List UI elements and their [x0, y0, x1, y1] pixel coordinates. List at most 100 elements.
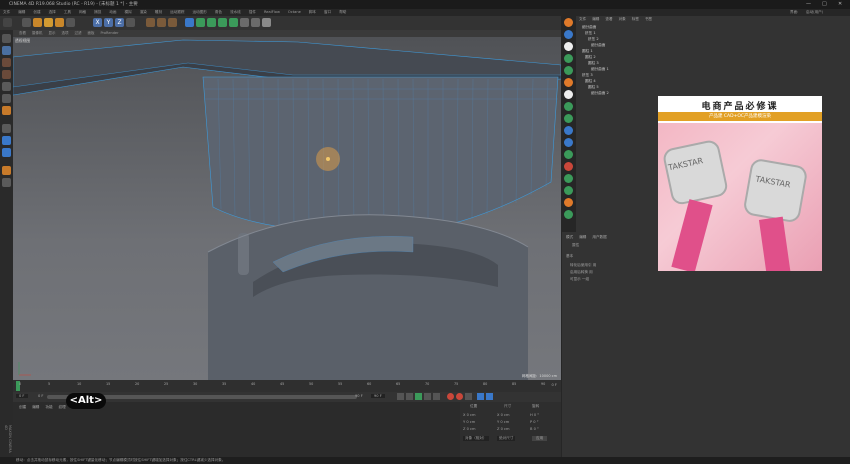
move-icon[interactable]	[33, 18, 42, 27]
object-menu-item[interactable]: 对象	[619, 17, 626, 22]
autokey-icon[interactable]	[456, 393, 463, 400]
menu-item[interactable]: 创建	[33, 9, 40, 16]
undo-icon[interactable]	[3, 18, 12, 27]
viewport-tab[interactable]: 过滤	[75, 30, 82, 37]
render-view-icon[interactable]	[146, 18, 155, 27]
viewport-tab[interactable]: 查看	[19, 30, 26, 37]
menu-item[interactable]: 运动图形	[192, 9, 206, 16]
menu-item[interactable]: 渲染	[140, 9, 147, 16]
tweak-icon[interactable]	[2, 148, 11, 157]
next-frame-icon[interactable]	[424, 393, 431, 400]
object-row[interactable]: 圆柱 2	[585, 55, 596, 60]
transform-icon[interactable]	[66, 18, 75, 27]
deformer-icon[interactable]	[229, 18, 238, 27]
cube-icon[interactable]	[185, 18, 194, 27]
menu-item[interactable]: 脚本	[309, 9, 316, 16]
attribute-tab[interactable]: 模式	[566, 235, 573, 240]
make-editable-icon[interactable]	[2, 34, 11, 43]
texture-mode-icon[interactable]	[2, 58, 11, 67]
select-icon[interactable]	[22, 18, 31, 27]
plugin-14-icon[interactable]	[564, 174, 573, 183]
x-axis-icon[interactable]: X	[93, 18, 102, 27]
light-icon[interactable]	[262, 18, 271, 27]
scale-key-icon[interactable]	[486, 393, 493, 400]
menu-item[interactable]: 角色	[215, 9, 222, 16]
coord-y-pos[interactable]: Y 0 cm	[463, 420, 475, 424]
max-frame[interactable]: 90 F	[371, 394, 385, 398]
menu-item[interactable]: 流水线	[230, 9, 241, 16]
plugin-4-icon[interactable]	[564, 54, 573, 63]
start-frame[interactable]: 0 F	[16, 394, 28, 398]
object-row[interactable]: 挤压 1	[585, 31, 596, 36]
object-row[interactable]: 圆柱 3	[588, 61, 599, 66]
coord-size-select[interactable]: 绝对尺寸	[497, 436, 516, 441]
close-button[interactable]: ✕	[838, 1, 842, 7]
viewport-tab[interactable]: 选项	[62, 30, 69, 37]
menu-item[interactable]: 运动跟踪	[170, 9, 184, 16]
menu-item[interactable]: 工具	[64, 9, 71, 16]
plugin-3-icon[interactable]	[564, 42, 573, 51]
menu-item[interactable]: 雕刻	[155, 9, 162, 16]
go-start-icon[interactable]	[397, 393, 404, 400]
coord-p-rot[interactable]: P 0 °	[530, 420, 539, 424]
go-end-icon[interactable]	[433, 393, 440, 400]
object-row[interactable]: 圆柱 1	[582, 49, 593, 54]
keyframe-icon[interactable]	[465, 393, 472, 400]
object-row[interactable]: 圆柱 5	[588, 85, 599, 90]
coord-y-size[interactable]: Y 0 cm	[497, 420, 509, 424]
menu-item[interactable]: 网格	[79, 9, 86, 16]
material-tab[interactable]: 功能	[45, 405, 52, 410]
material-tab[interactable]: 创建	[19, 405, 26, 410]
play-icon[interactable]	[415, 393, 422, 400]
scene-icon[interactable]	[240, 18, 249, 27]
plugin-10-icon[interactable]	[564, 126, 573, 135]
lock-workplane-icon[interactable]	[2, 178, 11, 187]
viewport[interactable]: 透视视图 网格间距：10000 cm	[13, 37, 561, 380]
menu-item[interactable]: 选择	[49, 9, 56, 16]
object-row[interactable]: 圆柱 4	[585, 79, 596, 84]
object-row[interactable]: 细分曲面 1	[591, 67, 609, 72]
plugin-17-icon[interactable]	[564, 210, 573, 219]
timeline[interactable]: 0 5 10 15 20 25 30 35 40 45 50 55 60 65 70 75 80 85 90 0 F	[13, 380, 561, 392]
menu-item[interactable]: 窗口	[324, 9, 331, 16]
plugin-13-icon[interactable]	[564, 162, 573, 171]
plugin-12-icon[interactable]	[564, 150, 573, 159]
viewport-tab[interactable]: 显示	[49, 30, 56, 37]
object-row[interactable]: 挤压 2	[588, 37, 599, 42]
plugin-2-icon[interactable]	[564, 30, 573, 39]
menu-item[interactable]: 编辑	[18, 9, 25, 16]
coord-x-pos[interactable]: X 0 cm	[463, 413, 476, 417]
object-row[interactable]: 细分曲面 2	[591, 91, 609, 96]
model-mode-icon[interactable]	[2, 46, 11, 55]
points-mode-icon[interactable]	[2, 82, 11, 91]
object-row[interactable]: 细分曲面	[591, 43, 605, 48]
coord-x-size[interactable]: X 0 cm	[497, 413, 510, 417]
edges-mode-icon[interactable]	[2, 94, 11, 103]
menu-item[interactable]: Octane	[288, 9, 301, 16]
rotate-icon[interactable]	[55, 18, 64, 27]
enable-axis-icon[interactable]	[2, 136, 11, 145]
object-menu-item[interactable]: 编辑	[592, 17, 599, 22]
camera-icon[interactable]	[251, 18, 260, 27]
plugin-11-icon[interactable]	[564, 138, 573, 147]
menu-item[interactable]: 动画	[109, 9, 116, 16]
minimize-button[interactable]: —	[806, 1, 811, 7]
menu-item[interactable]: RealFlow	[264, 9, 280, 16]
attribute-field-1[interactable]: 转化后使用引 用	[570, 263, 596, 268]
z-axis-icon[interactable]: Z	[115, 18, 124, 27]
end-frame[interactable]: 90 F	[355, 394, 363, 398]
polygons-mode-icon[interactable]	[2, 106, 11, 115]
attribute-field-2[interactable]: 启用后转换 用	[570, 270, 593, 275]
maximize-button[interactable]: □	[822, 1, 827, 7]
coord-z-pos[interactable]: Z 0 cm	[463, 427, 476, 431]
heart-icon[interactable]	[564, 90, 573, 99]
layout-select[interactable]: 启动(用户)	[806, 9, 823, 16]
render-picture-icon[interactable]	[157, 18, 166, 27]
y-axis-icon[interactable]: Y	[104, 18, 113, 27]
object-row[interactable]: 细分曲面	[582, 25, 596, 30]
attribute-field-3[interactable]: 可显示 一组	[570, 277, 589, 282]
plugin-5-icon[interactable]	[564, 66, 573, 75]
solo-icon[interactable]	[2, 166, 11, 175]
menu-item[interactable]: 文件	[3, 9, 10, 16]
material-tab[interactable]: 纹理	[59, 405, 66, 410]
